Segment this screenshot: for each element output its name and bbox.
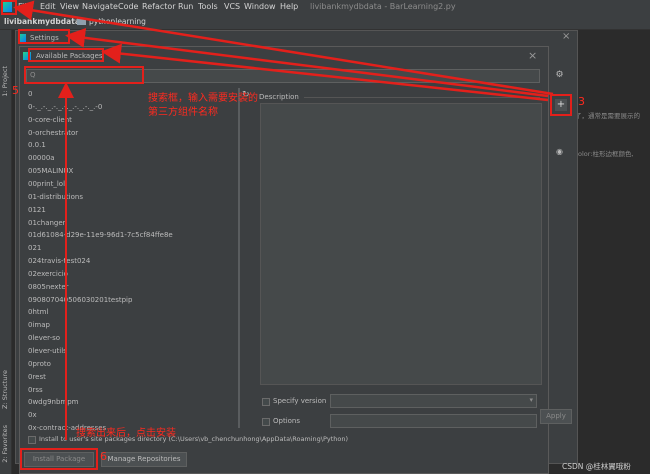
annotation-number-6: 6 <box>100 450 107 463</box>
annotation-install: 搜索出来后，点击安装 <box>76 428 176 439</box>
annotation-number-3: 3 <box>578 95 585 108</box>
arrow-to-logo <box>13 0 554 96</box>
annotation-search-line2: 第三方组件名称 <box>148 107 218 118</box>
watermark: CSDN @桂林翼哦粉 <box>562 462 631 471</box>
annotation-search-line1: 搜索框，输入需要安装的 <box>148 93 258 104</box>
annotation-arrows <box>13 0 554 440</box>
arrow-to-settings <box>65 27 549 98</box>
annotation-number-5: 5 <box>12 84 19 97</box>
